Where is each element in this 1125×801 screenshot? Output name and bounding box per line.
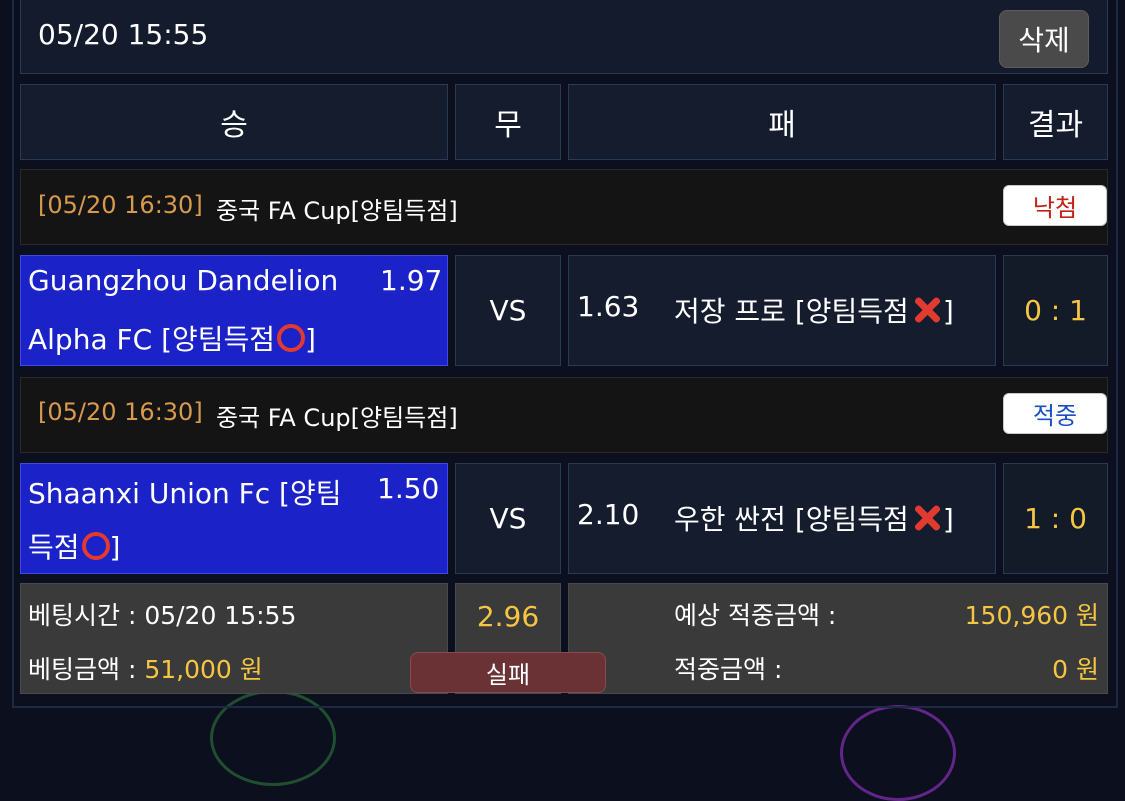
circle-icon [81,532,110,560]
home-team-name-line2: Alpha FC [양팀득점] [28,318,316,358]
away-team-name: 우한 싼전 [양팀득점] [674,498,954,538]
home-team-odds: 1.50 [377,472,440,505]
home-team-name-text: 득점 [28,531,80,564]
cross-icon [911,502,943,534]
home-team-name-end: ] [109,531,121,564]
home-team-name-line1: Guangzhou Dandelion [28,264,339,297]
bet-datetime: 05/20 15:55 [38,18,209,51]
game-time: [05/20 16:30] [38,398,203,426]
bet-time-label: 베팅시간 : 05/20 15:55 [28,601,297,630]
game-league: 중국 FA Cup[양팀득점] [216,197,458,225]
cross-icon [911,294,943,326]
status-badge-lose: 낙첨 [1003,185,1107,226]
expected-win-label: 예상 적중금액 : [674,601,837,630]
draw-cell[interactable]: VS [455,255,561,366]
home-team-name-line2: 득점] [28,526,120,566]
circle-icon [277,324,306,352]
total-odds: 2.96 [476,600,540,633]
bet-amount-value: 51,000 원 [144,655,263,684]
win-amount-label: 적중금액 : [674,655,783,684]
game-league: 중국 FA Cup[양팀득점] [216,404,458,432]
result-status-button[interactable]: 실패 [410,652,606,693]
score-cell: 1 : 0 [1003,463,1108,574]
away-team-name-text: 저장 프로 [양팀득점 [674,295,909,328]
delete-button[interactable]: 삭제 [999,10,1089,68]
status-badge-win: 적중 [1003,393,1107,434]
home-team-name-end: ] [305,323,316,356]
score-cell: 0 : 1 [1003,255,1108,366]
home-team-name-line1: Shaanxi Union Fc [양팀 [28,477,342,510]
home-team-odds: 1.97 [380,264,443,297]
expected-win-value: 150,960 원 [964,601,1099,630]
column-header-lose: 패 [568,84,996,160]
draw-cell[interactable]: VS [455,463,561,574]
away-team-name-end: ] [942,503,954,536]
away-team-name-end: ] [942,295,954,328]
away-team-name-text: 우한 싼전 [양팀득점 [674,503,909,536]
bet-amount-row: 베팅금액 : 51,000 원 [28,650,263,686]
column-header-win: 승 [20,84,448,160]
game-time: [05/20 16:30] [38,191,203,219]
bet-amount-label: 베팅금액 : [28,655,145,684]
away-team-odds: 2.10 [577,498,640,531]
home-team-name-text: Alpha FC [양팀득점 [28,323,276,356]
win-amount-value: 0 원 [1052,655,1099,684]
column-header-result: 결과 [1003,84,1108,160]
away-team-odds: 1.63 [577,290,640,323]
away-team-name: 저장 프로 [양팀득점] [674,290,954,330]
background-glow-purple [840,705,956,801]
column-header-draw: 무 [455,84,561,160]
